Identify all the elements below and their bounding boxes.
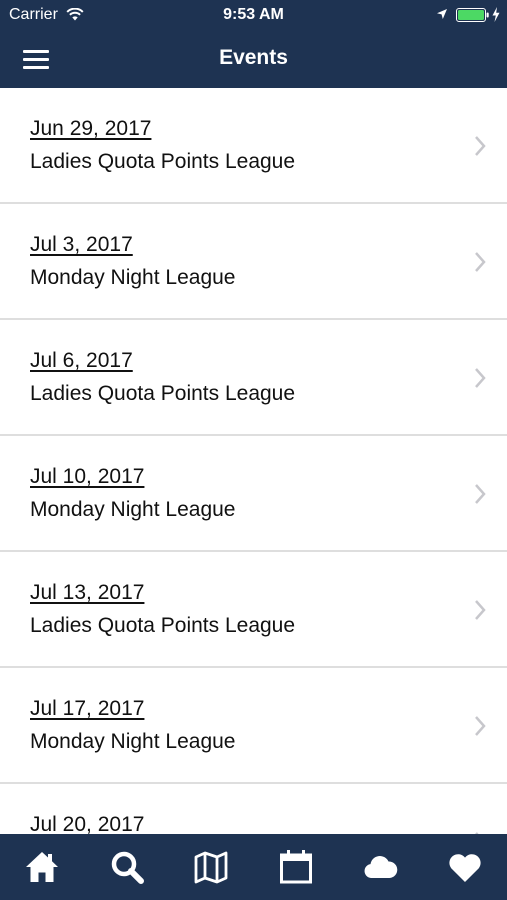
- event-date[interactable]: Jul 13, 2017: [30, 581, 144, 605]
- tab-calendar[interactable]: [264, 834, 328, 900]
- chevron-right-icon: [475, 600, 486, 620]
- event-name: Ladies Quota Points League: [30, 382, 296, 405]
- event-date[interactable]: Jul 17, 2017: [30, 697, 144, 721]
- event-date[interactable]: Jul 20, 2017: [30, 813, 144, 834]
- location-arrow-icon: [437, 9, 447, 19]
- heart-icon: [449, 854, 481, 882]
- charging-bolt-icon: [492, 7, 500, 22]
- events-list[interactable]: Jun 29, 2017 Ladies Quota Points League …: [0, 88, 507, 834]
- status-time: 9:53 AM: [223, 6, 284, 23]
- map-icon: [194, 851, 228, 884]
- status-bar: Carrier 9:53 AM: [0, 0, 507, 30]
- page-title: Events: [219, 46, 288, 69]
- event-date[interactable]: Jul 3, 2017: [30, 233, 133, 257]
- battery-icon: [456, 8, 489, 22]
- event-name: Monday Night League: [30, 266, 236, 289]
- event-date[interactable]: Jul 10, 2017: [30, 465, 144, 489]
- tab-favorites[interactable]: [433, 834, 497, 900]
- chevron-right-icon: [475, 252, 486, 272]
- chevron-right-icon: [475, 368, 486, 388]
- event-row[interactable]: Jul 6, 2017 Ladies Quota Points League: [0, 320, 507, 436]
- event-date[interactable]: Jun 29, 2017: [30, 117, 151, 141]
- home-icon: [26, 852, 58, 882]
- event-date[interactable]: Jul 6, 2017: [30, 349, 133, 373]
- tab-weather[interactable]: [348, 834, 412, 900]
- tab-search[interactable]: [95, 834, 159, 900]
- top-bar: Carrier 9:53 AM Events: [0, 0, 507, 88]
- event-row[interactable]: Jun 29, 2017 Ladies Quota Points League: [0, 88, 507, 204]
- events-screen: Carrier 9:53 AM Events Jun 29, 2017 Ladi…: [0, 0, 507, 900]
- calendar-icon: [280, 850, 312, 884]
- hamburger-menu-button[interactable]: [18, 44, 54, 74]
- cloud-icon: [364, 856, 398, 878]
- event-name: Monday Night League: [30, 498, 236, 521]
- chevron-right-icon: [475, 484, 486, 504]
- tab-map[interactable]: [179, 834, 243, 900]
- event-row[interactable]: Jul 17, 2017 Monday Night League: [0, 668, 507, 784]
- chevron-right-icon: [475, 716, 486, 736]
- chevron-right-icon: [475, 136, 486, 156]
- event-name: Monday Night League: [30, 730, 236, 753]
- event-row[interactable]: Jul 13, 2017 Ladies Quota Points League: [0, 552, 507, 668]
- event-row[interactable]: Jul 10, 2017 Monday Night League: [0, 436, 507, 552]
- tab-bar: [0, 834, 507, 900]
- event-name: Ladies Quota Points League: [30, 150, 296, 173]
- tab-home[interactable]: [10, 834, 74, 900]
- search-icon: [111, 851, 144, 884]
- event-name: Ladies Quota Points League: [30, 614, 296, 637]
- event-row[interactable]: Jul 3, 2017 Monday Night League: [0, 204, 507, 320]
- navigation-bar: Events: [0, 30, 507, 88]
- event-row[interactable]: Jul 20, 2017: [0, 784, 507, 834]
